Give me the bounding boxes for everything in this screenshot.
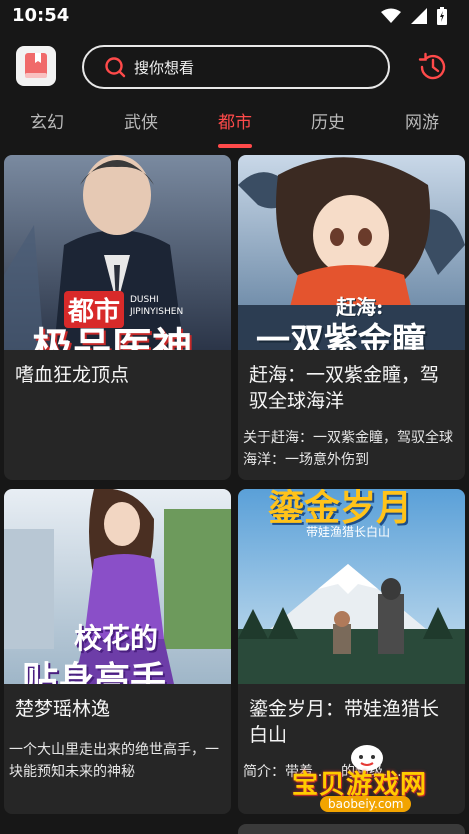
history-clock-icon: [418, 52, 446, 80]
tab-dushi[interactable]: 都市: [205, 108, 265, 133]
cover-main-title: 一双紫金瞳: [256, 321, 426, 350]
book-title[interactable]: 楚梦瑶林逸: [15, 696, 220, 722]
tab-xuanhuan[interactable]: 玄幻: [17, 108, 77, 133]
history-button[interactable]: [416, 50, 450, 84]
tab-wuxia[interactable]: 武侠: [111, 108, 171, 133]
next-book-card-peek: [238, 824, 465, 834]
top-bar: 搜你想看: [0, 40, 469, 96]
book-title[interactable]: 鎏金岁月：带娃渔猎长白山: [249, 696, 454, 748]
book-cover[interactable]: 赶海: 一双紫金瞳: [238, 155, 465, 350]
cover-pinyin-1: DUSHI: [130, 295, 159, 305]
site-watermark: 宝贝游戏网 baobeiy.com: [292, 742, 442, 820]
book-title[interactable]: 赶海：一双紫金瞳，驾驭全球海洋: [249, 362, 454, 414]
book-title[interactable]: 嗜血狂龙顶点: [15, 362, 220, 388]
wifi-icon: [381, 8, 401, 23]
status-time: 10:54: [12, 5, 70, 26]
watermark-url: baobeiy.com: [320, 796, 412, 812]
book-logo-icon: [25, 53, 47, 78]
active-tab-indicator: [218, 144, 252, 148]
search-icon: [105, 57, 126, 78]
book-card[interactable]: 都市 DUSHI JIPINYISHEN 极品医神 嗜血狂龙顶点: [4, 155, 231, 480]
book-cover[interactable]: 都市 DUSHI JIPINYISHEN 极品医神: [4, 155, 231, 350]
book-card[interactable]: 赶海: 一双紫金瞳 赶海：一双紫金瞳，驾驭全球海洋 关于赶海：一双紫金瞳，驾驭全…: [238, 155, 465, 480]
tab-lishi[interactable]: 历史: [298, 108, 358, 133]
status-icons: [381, 7, 447, 25]
cover-subtitle: 带娃渔猎长白山: [306, 525, 391, 539]
battery-icon: [437, 7, 447, 25]
search-input[interactable]: 搜你想看: [82, 45, 390, 89]
status-bar: 10:54: [0, 0, 469, 34]
app-logo[interactable]: [16, 46, 56, 86]
search-placeholder: 搜你想看: [134, 58, 195, 77]
signal-icon: [411, 8, 427, 24]
book-card[interactable]: 校花的 贴身高手 楚梦瑶林逸 一个大山里走出来的绝世高手，一块能预知未来的神秘: [4, 489, 231, 814]
category-tabs: 玄幻 武侠 都市 历史 网游: [0, 100, 469, 144]
book-description: 关于赶海：一双紫金瞳，驾驭全球海洋：一场意外伤到: [243, 430, 453, 468]
book-cover[interactable]: 鎏金岁月 带娃渔猎长白山: [238, 489, 465, 684]
tab-wangyou[interactable]: 网游: [392, 108, 452, 133]
cover-main-title: 贴身高手: [22, 659, 167, 684]
book-cover[interactable]: 校花的 贴身高手: [4, 489, 231, 684]
cover-main-title: 极品医神: [32, 324, 192, 350]
book-description: 一个大山里走出来的绝世高手，一块能预知未来的神秘: [9, 742, 219, 780]
